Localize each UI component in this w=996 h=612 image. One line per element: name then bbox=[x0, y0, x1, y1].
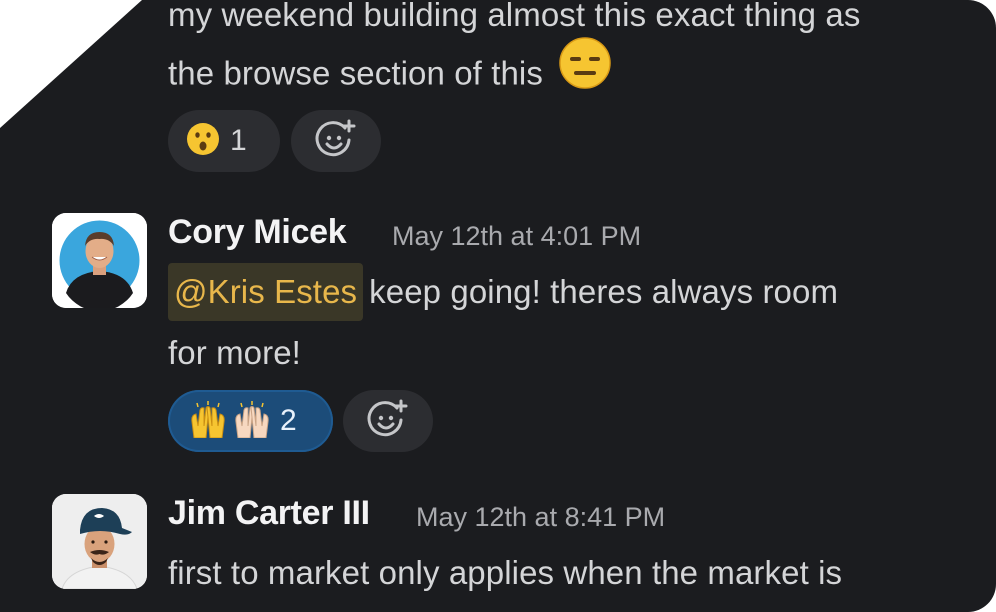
message-text: the browse section of this bbox=[168, 54, 543, 92]
add-reaction-button[interactable] bbox=[343, 390, 433, 452]
message-text-line: my weekend building almost this exact th… bbox=[168, 0, 861, 33]
reaction-raised-hands[interactable]: 2 bbox=[168, 390, 333, 452]
reaction-hushed-face[interactable]: 1 bbox=[168, 110, 280, 172]
reaction-count: 1 bbox=[230, 124, 247, 157]
message-list: my weekend building almost this exact th… bbox=[0, 0, 996, 612]
message-text-line: for more! bbox=[168, 334, 301, 371]
raised-hands-light-icon bbox=[232, 400, 272, 443]
author-name[interactable]: Cory Micek bbox=[168, 213, 347, 252]
message-text-line: the browse section of this bbox=[168, 37, 612, 108]
message-text: keep going! theres always room bbox=[369, 273, 839, 310]
avatar-photo-cory bbox=[52, 213, 147, 308]
add-reaction-icon bbox=[315, 118, 357, 165]
message-text-line: @Kris Estes keep going! theres always roo… bbox=[168, 263, 838, 321]
raised-hands-icon bbox=[188, 400, 228, 443]
expressionless-face-icon bbox=[558, 36, 612, 108]
avatar-photo-jim bbox=[52, 494, 147, 589]
add-reaction-icon bbox=[367, 398, 409, 445]
timestamp[interactable]: May 12th at 4:01 PM bbox=[392, 221, 641, 252]
avatar[interactable] bbox=[52, 213, 147, 308]
author-name[interactable]: Jim Carter III bbox=[168, 494, 370, 533]
add-reaction-button[interactable] bbox=[291, 110, 381, 172]
timestamp[interactable]: May 12th at 8:41 PM bbox=[416, 502, 665, 533]
hushed-face-icon bbox=[186, 122, 220, 161]
message-text-line: first to market only applies when the ma… bbox=[168, 554, 843, 591]
reaction-count: 2 bbox=[280, 404, 297, 437]
user-mention[interactable]: @Kris Estes bbox=[168, 263, 364, 321]
avatar[interactable] bbox=[52, 494, 147, 589]
